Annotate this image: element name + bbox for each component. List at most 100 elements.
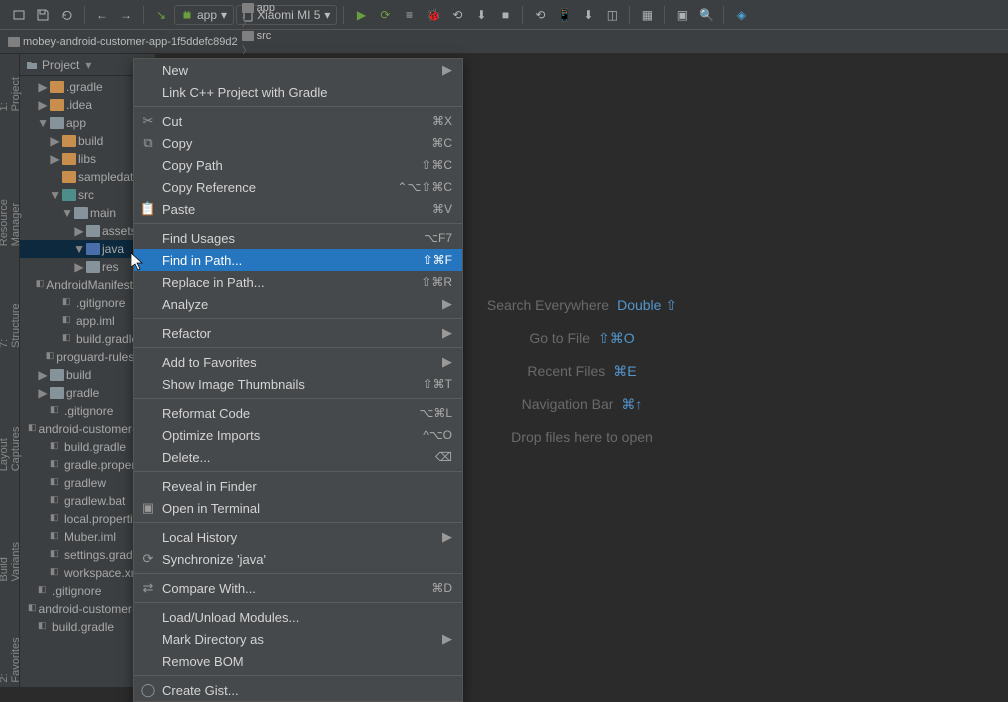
expand-arrow-icon[interactable] (38, 532, 48, 542)
context-menu-item[interactable]: Delete... ⌫ (134, 446, 462, 468)
forward-icon[interactable]: → (115, 4, 137, 26)
expand-arrow-icon[interactable] (26, 622, 36, 632)
debug-icon[interactable]: 🐞 (422, 4, 444, 26)
hammer-icon[interactable]: ↘ (150, 4, 172, 26)
left-tab[interactable]: Layout Captures (0, 392, 24, 475)
expand-arrow-icon[interactable] (38, 406, 48, 416)
expand-arrow-icon[interactable]: ▶ (50, 136, 60, 146)
context-menu-item[interactable]: Reformat Code ⌥⌘L (134, 402, 462, 424)
stop-icon[interactable]: ■ (494, 4, 516, 26)
submenu-arrow-icon: ▶ (442, 296, 452, 312)
context-menu-item[interactable]: Find Usages ⌥F7 (134, 227, 462, 249)
expand-arrow-icon[interactable] (50, 334, 60, 344)
back-icon[interactable]: ← (91, 4, 113, 26)
expand-arrow-icon[interactable] (38, 568, 48, 578)
structure-icon[interactable]: ▦ (636, 4, 658, 26)
expand-arrow-icon[interactable] (38, 478, 48, 488)
submenu-arrow-icon: ▶ (442, 62, 452, 78)
expand-arrow-icon[interactable]: ▶ (38, 100, 48, 110)
expand-arrow-icon[interactable] (50, 172, 60, 182)
context-menu-item[interactable]: ⇄ Compare With... ⌘D (134, 577, 462, 599)
expand-arrow-icon[interactable]: ▶ (38, 82, 48, 92)
expand-arrow-icon[interactable]: ▶ (74, 262, 84, 272)
context-menu-item[interactable]: Find in Path... ⇧⌘F (134, 249, 462, 271)
context-menu-item[interactable]: Show Image Thumbnails ⇧⌘T (134, 373, 462, 395)
context-menu-item[interactable]: Replace in Path... ⇧⌘R (134, 271, 462, 293)
left-tab[interactable]: 1: Project (0, 64, 24, 115)
expand-arrow-icon[interactable]: ▶ (38, 388, 48, 398)
left-tab[interactable]: Resource Manager (0, 155, 24, 250)
context-menu-item[interactable]: ▣ Open in Terminal (134, 497, 462, 519)
profile-icon[interactable]: ≡ (398, 4, 420, 26)
context-menu-item[interactable]: Mark Directory as ▶ (134, 628, 462, 650)
coverage-icon[interactable]: ⟲ (446, 4, 468, 26)
refresh-icon[interactable] (56, 4, 78, 26)
context-menu-item[interactable]: Analyze ▶ (134, 293, 462, 315)
expand-arrow-icon[interactable] (38, 496, 48, 506)
context-menu-item[interactable]: ✂ Cut ⌘X (134, 110, 462, 132)
expand-arrow-icon[interactable] (26, 586, 36, 596)
context-menu-item[interactable]: Link C++ Project with Gradle (134, 81, 462, 103)
context-menu-item[interactable]: Load/Unload Modules... (134, 606, 462, 628)
layout-icon[interactable]: ◫ (601, 4, 623, 26)
expand-arrow-icon[interactable] (39, 352, 44, 362)
menu-item-label: Refactor (162, 326, 211, 341)
expand-icon[interactable]: ▣ (671, 4, 693, 26)
sync-icon[interactable]: ⟲ (529, 4, 551, 26)
context-menu-item[interactable]: ⟳ Synchronize 'java' (134, 548, 462, 570)
expand-arrow-icon[interactable]: ▶ (38, 370, 48, 380)
left-tab[interactable]: 2: Favorites (0, 625, 24, 687)
expand-arrow-icon[interactable] (38, 550, 48, 560)
left-tab[interactable]: 7: Structure (0, 291, 24, 352)
breadcrumb-item[interactable]: app (242, 2, 281, 14)
context-menu-item[interactable]: Optimize Imports ^⌥O (134, 424, 462, 446)
run-icon[interactable]: ▶ (350, 4, 372, 26)
app-config-dropdown[interactable]: app ▾ (174, 5, 234, 25)
hint-label: Go to File (529, 330, 590, 346)
expand-arrow-icon[interactable] (38, 514, 48, 524)
debug-run-icon[interactable]: ⟳ (374, 4, 396, 26)
expand-arrow-icon[interactable] (38, 460, 48, 470)
breadcrumb-project[interactable]: mobey-android-customer-app-1f5ddefc89d2 (8, 36, 238, 48)
context-menu-item[interactable]: Local History ▶ (134, 526, 462, 548)
sdk-icon[interactable]: ⬇ (577, 4, 599, 26)
breadcrumb-item[interactable]: src (242, 30, 281, 42)
layers-icon[interactable]: ◈ (730, 4, 752, 26)
context-menu-item[interactable]: Add to Favorites ▶ (134, 351, 462, 373)
menu-divider (134, 106, 462, 107)
context-menu-item[interactable]: New ▶ (134, 59, 462, 81)
breadcrumb-project-label: mobey-android-customer-app-1f5ddefc89d2 (23, 36, 238, 48)
expand-arrow-icon[interactable] (32, 280, 33, 290)
expand-arrow-icon[interactable]: ▶ (50, 154, 60, 164)
context-menu-item[interactable]: ◯ Create Gist... (134, 679, 462, 701)
context-menu-item[interactable]: 📋 Paste ⌘V (134, 198, 462, 220)
menu-item-label: Paste (162, 202, 195, 217)
context-menu-item[interactable]: Reveal in Finder (134, 475, 462, 497)
expand-arrow-icon[interactable]: ▶ (74, 226, 84, 236)
chevron-right-icon: 〉 (242, 17, 253, 29)
expand-arrow-icon[interactable]: ▼ (62, 208, 72, 218)
menu-item-icon: ⟳ (140, 551, 156, 567)
context-menu-item[interactable]: Copy Path ⇧⌘C (134, 154, 462, 176)
file-icon: ◧ (50, 458, 62, 472)
save-icon[interactable] (32, 4, 54, 26)
expand-arrow-icon[interactable] (50, 298, 60, 308)
expand-arrow-icon[interactable]: ▼ (38, 118, 48, 128)
left-tab[interactable]: Build Variants (0, 515, 24, 586)
expand-arrow-icon[interactable] (50, 316, 60, 326)
expand-arrow-icon[interactable]: ▼ (50, 190, 60, 200)
context-menu-item[interactable]: Remove BOM (134, 650, 462, 672)
search-icon[interactable]: 🔍 (695, 4, 717, 26)
chevron-down-icon: ▾ (221, 8, 227, 22)
avd-icon[interactable]: 📱 (553, 4, 575, 26)
file-icon: ◧ (50, 440, 62, 454)
context-menu-item[interactable]: Copy Reference ⌃⌥⇧⌘C (134, 176, 462, 198)
attach-icon[interactable]: ⬇ (470, 4, 492, 26)
menu-item-label: Copy Path (162, 158, 223, 173)
open-icon[interactable] (8, 4, 30, 26)
file-icon: ◧ (50, 548, 62, 562)
context-menu-item[interactable]: Refactor ▶ (134, 322, 462, 344)
context-menu-item[interactable]: ⧉ Copy ⌘C (134, 132, 462, 154)
expand-arrow-icon[interactable]: ▼ (74, 244, 84, 254)
expand-arrow-icon[interactable] (38, 442, 48, 452)
